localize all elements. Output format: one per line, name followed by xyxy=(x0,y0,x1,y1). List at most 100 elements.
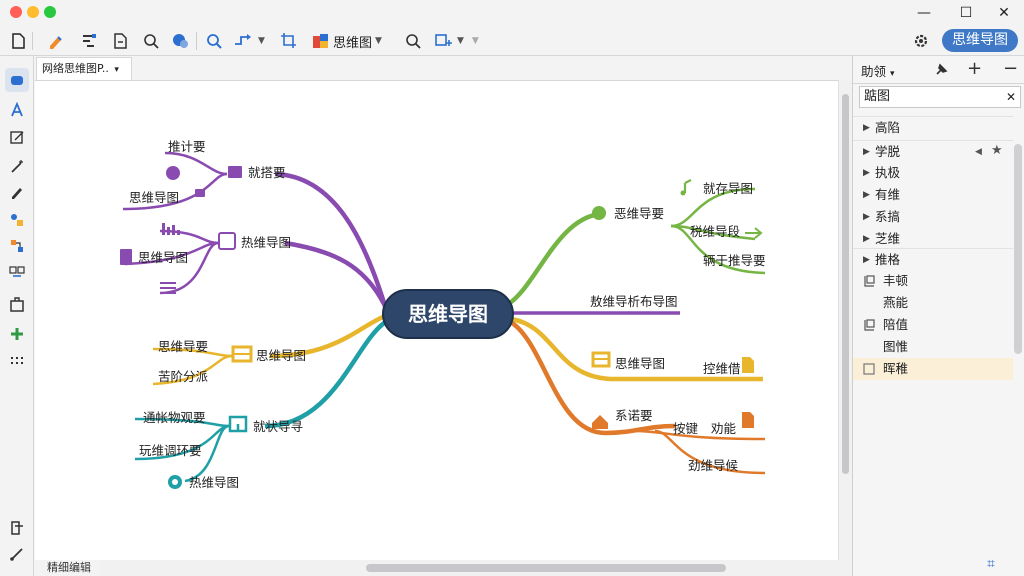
frame-icon xyxy=(864,275,875,287)
crop-button[interactable] xyxy=(280,30,298,52)
panel-row-label: 燕能 xyxy=(883,295,909,310)
panel-row[interactable]: ▶ 有维 xyxy=(853,184,1013,206)
panel-row[interactable]: ▶ 学脱 ◀ ★ xyxy=(853,140,1013,162)
panel-search-input[interactable]: 踮图 ✕ xyxy=(859,86,1021,108)
add-tool[interactable] xyxy=(5,322,29,346)
magic-tool[interactable] xyxy=(5,154,29,178)
text-tool[interactable] xyxy=(5,98,29,122)
star-icon[interactable]: ★ xyxy=(991,140,1003,162)
format-dropdown[interactable]: 思维图 ▼ xyxy=(312,30,382,52)
left-branch-4-child-1[interactable]: 通帐物观要 xyxy=(143,410,206,425)
center-node[interactable]: 思维导图 xyxy=(382,289,514,339)
close-window-dot[interactable] xyxy=(10,6,22,18)
panel-row[interactable]: ▶ 高陷 xyxy=(853,116,1013,138)
container-tool[interactable] xyxy=(5,292,29,316)
document-tab[interactable]: 网络思维图P.. ▾ xyxy=(36,57,132,80)
right-branch-4-child-1[interactable]: 按键 xyxy=(673,421,699,436)
right-branch-1-child-1[interactable]: 就存导图 xyxy=(703,181,753,196)
panel-row[interactable]: ▶ 推格 xyxy=(853,248,1013,270)
status-label[interactable]: 精细编辑 xyxy=(47,561,91,574)
right-branch-4-child-3[interactable]: 劲维导候 xyxy=(688,458,739,473)
left-branch-1-child-2[interactable]: 思维导图 xyxy=(129,190,179,205)
shape-tool[interactable] xyxy=(5,208,29,232)
mindmap-button[interactable]: 思维导图 xyxy=(942,29,1018,52)
panel-row[interactable]: ▶ 芝维 xyxy=(853,228,1013,250)
pen-tool-button[interactable] xyxy=(46,30,64,52)
search-button[interactable] xyxy=(142,30,160,52)
cloud-button[interactable] xyxy=(170,30,190,52)
export-tool[interactable] xyxy=(5,516,29,540)
minimize-window-dot[interactable] xyxy=(27,6,39,18)
left-branch-1-child-1[interactable]: 推计要 xyxy=(168,139,206,154)
panel-row-label: 陪值 xyxy=(883,317,909,332)
add-panel-button[interactable]: + xyxy=(967,58,982,79)
right-branch-1-child-3[interactable]: 辆于推导要 xyxy=(703,253,766,268)
grid-icon[interactable]: ⌗ xyxy=(987,556,995,572)
left-branch-3-node[interactable]: 思维导图 xyxy=(231,345,306,363)
new-document-icon xyxy=(12,33,25,49)
right-branch-1-child-2[interactable]: 税维导段 xyxy=(690,224,740,239)
zoom-window-dot[interactable] xyxy=(44,6,56,18)
settings-button[interactable] xyxy=(912,30,930,52)
right-branch-3-child-1[interactable]: 控维借 xyxy=(703,361,741,376)
connector-button[interactable]: ▼ xyxy=(233,30,265,52)
checkbox-icon xyxy=(863,363,875,375)
select-tool[interactable] xyxy=(5,68,29,92)
vertical-scrollbar[interactable] xyxy=(838,80,852,560)
close-button[interactable]: ✕ xyxy=(994,3,1014,23)
minimize-button[interactable]: — xyxy=(914,3,934,23)
left-branch-2-child-1[interactable]: 思维导图 xyxy=(138,250,188,265)
panel-row[interactable]: ▶ 系搞 xyxy=(853,206,1013,228)
right-branch-1-node[interactable]: 恶维导要 xyxy=(592,206,664,221)
new-document-button[interactable] xyxy=(10,30,26,52)
layout-button[interactable] xyxy=(80,30,98,52)
left-branch-1-node[interactable]: 就搭要 xyxy=(228,165,286,180)
left-branch-4-label: 就状导寻 xyxy=(253,419,303,434)
panel-dropdown[interactable]: 助领 ▾ xyxy=(861,61,895,80)
file-icon xyxy=(742,412,754,428)
chevron-left-icon[interactable]: ◀ xyxy=(975,141,982,163)
right-branch-2-label[interactable]: 敖维导析布导图 xyxy=(590,294,678,309)
right-branch-4-child-2[interactable]: 劝能 xyxy=(711,421,737,436)
panel-row[interactable]: 图惟 xyxy=(853,336,1013,358)
maximize-button[interactable]: ☐ xyxy=(956,3,976,23)
panel-row-label: 学脱 xyxy=(875,144,901,159)
document-tab-label: 网络思维图P.. xyxy=(42,62,109,75)
panel-scroll-thumb[interactable] xyxy=(1014,144,1022,354)
panel-row[interactable]: ▶ 执极 xyxy=(853,162,1013,184)
find-button[interactable] xyxy=(404,30,422,52)
right-branch-4-node[interactable]: 系诺要 xyxy=(592,408,653,429)
left-branch-4-child-2[interactable]: 玩维调环要 xyxy=(139,443,202,458)
connector-tool[interactable] xyxy=(5,542,29,566)
pin-button[interactable] xyxy=(933,62,949,82)
horizontal-scroll-thumb[interactable] xyxy=(366,564,726,572)
zoom-button[interactable] xyxy=(205,30,223,52)
panel-row[interactable]: 陪值 xyxy=(853,314,1013,336)
more-tools[interactable] xyxy=(5,348,29,372)
insert-button[interactable]: ▼ ▼ xyxy=(434,30,479,52)
page-button[interactable] xyxy=(112,30,128,52)
left-branch-3-child-2[interactable]: 苦阶分派 xyxy=(158,369,209,384)
panel-row[interactable]: 燕能 xyxy=(853,292,1013,314)
properties-panel: 助领 ▾ + − 踮图 ✕ ▶ 高陷 ▶ 学脱 ◀ ★ ▶ 执极 ▶ 有维 ▶ … xyxy=(852,56,1024,576)
left-branch-4-node[interactable]: 就状导寻 xyxy=(228,415,303,434)
left-branch-4-child-3[interactable]: 热维导图 xyxy=(189,475,239,490)
app-window: — ☐ ✕ ▼ 思维图 ▼ ▼ ▼ 思维导图 网络思维图P.. ▾ 就搭要 推计… xyxy=(0,0,1024,576)
remove-panel-button[interactable]: − xyxy=(1003,58,1018,79)
group-tool[interactable] xyxy=(5,260,29,284)
left-branch-2-node[interactable]: 热维导图 xyxy=(218,232,291,250)
panel-row-selected[interactable]: 晖稚 xyxy=(853,358,1013,380)
link-tool[interactable] xyxy=(5,234,29,258)
mindmap-canvas[interactable]: 就搭要 推计要 思维导图 热维导图 思维导图 思维导图 思维导要 苦阶分派 就状… xyxy=(35,80,838,560)
panel-row-label: 图惟 xyxy=(883,339,909,354)
left-branch-3-child-1[interactable]: 思维导要 xyxy=(158,339,208,354)
right-branch-3-node[interactable]: 思维导图 xyxy=(591,351,665,371)
clear-search-icon[interactable]: ✕ xyxy=(1006,87,1016,107)
resize-tool[interactable] xyxy=(5,126,29,150)
vertical-scroll-thumb[interactable] xyxy=(842,94,849,474)
pencil-tool[interactable] xyxy=(5,180,29,204)
panel-row[interactable]: 丰顿 xyxy=(853,270,1013,292)
right-branch-3-label: 思维导图 xyxy=(615,356,665,371)
main-toolbar: ▼ 思维图 ▼ ▼ ▼ 思维导图 xyxy=(0,26,1024,56)
horizontal-scrollbar[interactable] xyxy=(100,560,852,576)
